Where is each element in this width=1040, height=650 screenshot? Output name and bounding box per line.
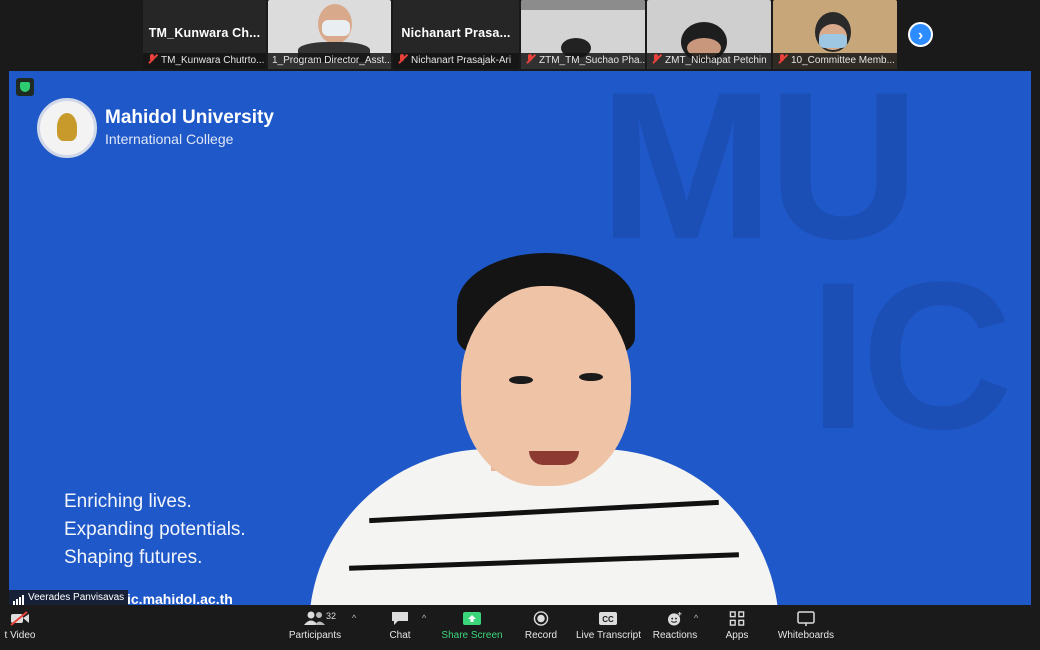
participant-caption: 10_Committee Memb... xyxy=(773,53,897,69)
participant-caption: ZMT_Nichapat Petchin xyxy=(647,53,771,69)
participants-icon xyxy=(304,611,325,625)
video-label: t Video xyxy=(4,630,36,641)
participant-tile[interactable]: 1_Program Director_Asst... xyxy=(268,0,391,69)
share-screen-label: Share Screen xyxy=(441,630,503,641)
participant-name: Nichanart Prasa... xyxy=(401,26,511,40)
mic-muted-icon xyxy=(651,54,661,64)
background-letters: MU IC xyxy=(599,71,1013,473)
record-icon xyxy=(533,611,549,626)
participant-caption-text: Nichanart Prasajak-Ari xyxy=(411,55,512,66)
closed-caption-icon: CC xyxy=(599,612,617,625)
participant-caption: TM_Kunwara Chutrto... xyxy=(143,53,266,69)
record-label: Record xyxy=(524,630,558,641)
participant-caption-text: 10_Committee Memb... xyxy=(791,55,895,66)
university-name: Mahidol University xyxy=(105,107,274,128)
slogan-line: Enriching lives. xyxy=(64,491,192,512)
mic-muted-icon xyxy=(777,54,787,64)
speaker-eye xyxy=(579,373,603,381)
participant-tile[interactable]: ZMT_Nichapat Petchin xyxy=(647,0,771,69)
signal-bars-icon xyxy=(13,590,25,605)
participant-caption: Nichanart Prasajak-Ari xyxy=(393,53,519,69)
participant-video xyxy=(773,0,897,53)
slogan-line: Shaping futures. xyxy=(64,547,203,568)
apps-button[interactable]: Apps xyxy=(720,605,754,650)
reactions-label: Reactions xyxy=(652,630,698,641)
reactions-button[interactable]: Reactions xyxy=(652,605,698,650)
mic-muted-icon xyxy=(147,54,157,64)
participants-label: Participants xyxy=(288,630,342,641)
share-screen-button[interactable]: Share Screen xyxy=(440,605,504,650)
live-transcript-label: Live Transcript xyxy=(576,630,642,641)
apps-icon xyxy=(729,611,745,626)
share-screen-icon xyxy=(463,612,481,625)
video-button[interactable]: t Video xyxy=(0,605,40,650)
participant-video xyxy=(268,0,391,62)
security-shield-icon[interactable] xyxy=(16,78,34,96)
mic-muted-icon xyxy=(397,54,407,64)
bg-letters-top: MU xyxy=(599,71,920,283)
participant-video xyxy=(647,0,771,62)
speaker-name-tag: Veerades Panvisavas xyxy=(9,590,129,605)
meeting-toolbar: t Video Participants 32 ^ Chat ^ Share S… xyxy=(0,605,1040,650)
slogan-line: Expanding potentials. xyxy=(64,519,246,540)
record-button[interactable]: Record xyxy=(518,605,564,650)
participants-count: 32 xyxy=(326,611,337,621)
apps-label: Apps xyxy=(725,630,749,641)
reactions-icon xyxy=(667,611,682,626)
live-transcript-button[interactable]: CC Live Transcript xyxy=(576,605,642,650)
participant-caption-text: ZMT_Nichapat Petchin xyxy=(665,55,767,66)
participant-caption: ZTM_TM_Suchao Pha... xyxy=(521,53,645,69)
chat-label: Chat xyxy=(389,630,411,641)
speaker-name: Veerades Panvisavas xyxy=(28,592,125,603)
participant-caption-text: TM_Kunwara Chutrto... xyxy=(161,55,265,66)
chevron-up-icon[interactable]: ^ xyxy=(422,613,426,623)
chevron-right-icon[interactable]: › xyxy=(908,22,933,47)
chat-button[interactable]: Chat xyxy=(378,605,422,650)
active-speaker-video: MU IC Mahidol University International C… xyxy=(9,71,1031,605)
university-logo xyxy=(37,98,97,158)
video-off-icon xyxy=(10,611,29,626)
cc-text: CC xyxy=(602,615,614,624)
participant-tile[interactable]: 10_Committee Memb... xyxy=(773,0,897,69)
participant-caption-text: 1_Program Director_Asst... xyxy=(272,55,391,66)
mic-muted-icon xyxy=(525,54,535,64)
participant-tile[interactable]: ZTM_TM_Suchao Pha... xyxy=(521,0,645,69)
speaker-mouth xyxy=(529,451,579,465)
participant-caption-text: ZTM_TM_Suchao Pha... xyxy=(539,55,645,66)
whiteboards-button[interactable]: Whiteboards xyxy=(776,605,836,650)
speaker-eye xyxy=(509,376,533,384)
whiteboards-label: Whiteboards xyxy=(777,630,835,641)
college-name: International College xyxy=(105,131,234,147)
chat-icon xyxy=(392,612,408,625)
participant-strip: TM_Kunwara Ch... TM_Kunwara Chutrto... 1… xyxy=(0,0,1040,71)
chevron-up-icon[interactable]: ^ xyxy=(694,613,698,623)
participant-video xyxy=(521,0,645,58)
participant-name: TM_Kunwara Ch... xyxy=(148,26,261,40)
participant-tile[interactable]: TM_Kunwara Ch... TM_Kunwara Chutrto... xyxy=(143,0,266,69)
participant-caption: 1_Program Director_Asst... xyxy=(268,53,391,69)
participant-tile[interactable]: Nichanart Prasa... Nichanart Prasajak-Ar… xyxy=(393,0,519,69)
whiteboard-icon xyxy=(797,611,815,626)
chevron-up-icon[interactable]: ^ xyxy=(352,613,356,623)
slide-url: ic.mahidol.ac.th xyxy=(127,591,233,605)
bg-letters-bottom: IC xyxy=(809,238,1013,473)
